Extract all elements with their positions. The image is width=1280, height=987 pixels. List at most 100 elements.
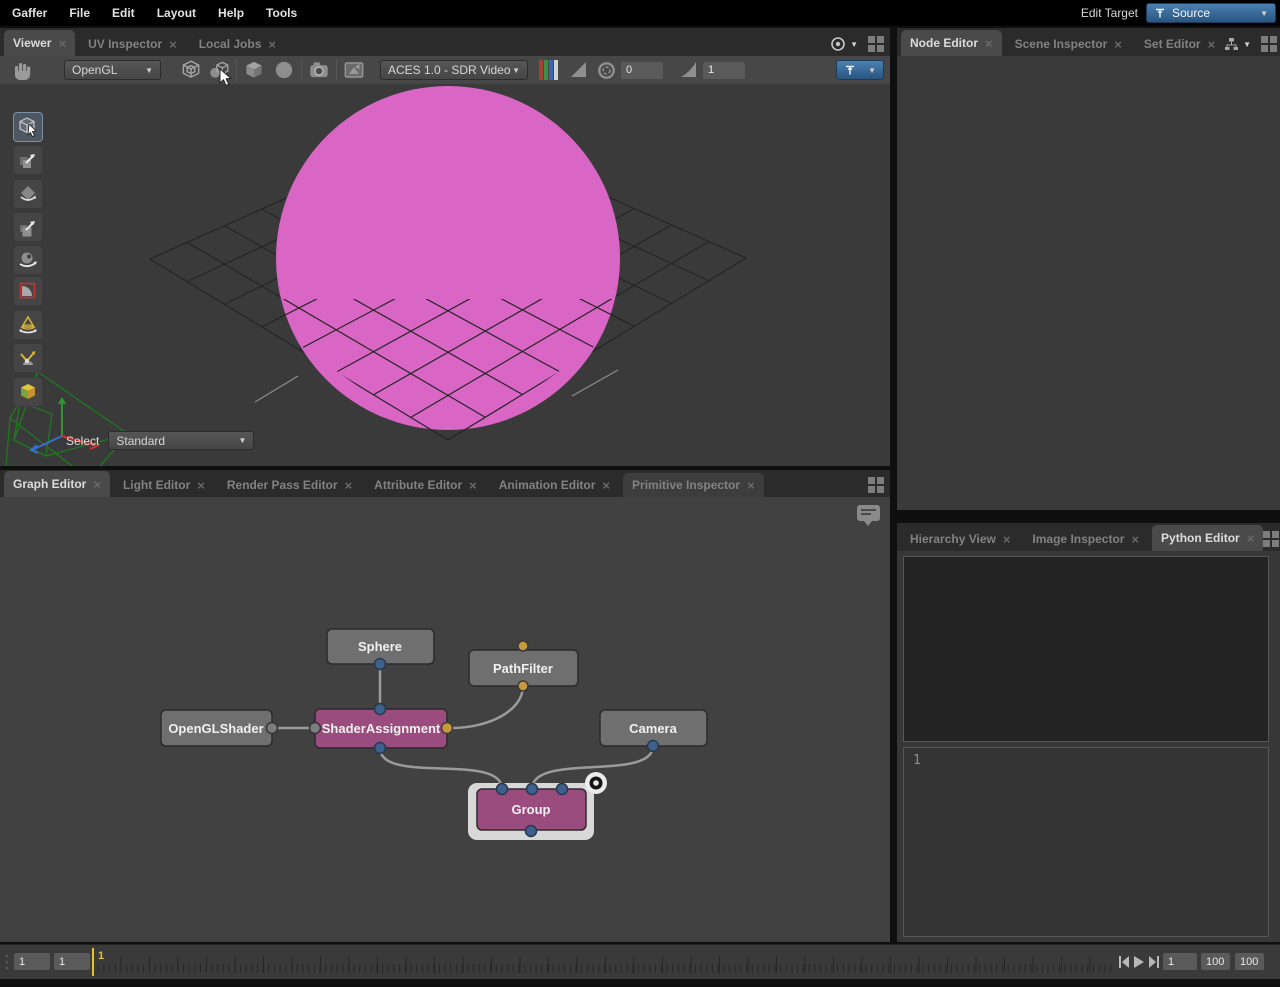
translate-tool-button[interactable] <box>13 145 43 175</box>
node-menu-button[interactable]: ▼ <box>1224 37 1251 51</box>
tab-python-editor[interactable]: Python Editor × <box>1152 525 1263 551</box>
plug-pathfilter-out[interactable] <box>518 681 528 691</box>
close-icon[interactable]: × <box>602 479 610 492</box>
menu-edit[interactable]: Edit <box>101 6 146 20</box>
wireframe-cube-icon[interactable] <box>179 58 203 82</box>
plug-group-in1[interactable] <box>527 784 538 795</box>
close-icon[interactable]: × <box>93 478 101 491</box>
timeline-ruler[interactable] <box>92 945 1114 979</box>
exposure-icon[interactable] <box>569 60 589 80</box>
skip-start-icon[interactable] <box>1122 956 1129 968</box>
menu-gaffer[interactable]: Gaffer <box>0 6 58 20</box>
playhead[interactable] <box>92 948 94 976</box>
tab-render-pass-editor[interactable]: Render Pass Editor × <box>218 473 361 497</box>
rotate-tool-button[interactable] <box>13 179 43 209</box>
transport-controls[interactable] <box>1118 954 1162 970</box>
viewer-viewport[interactable]: Select Standard ▼ <box>0 84 890 466</box>
menu-help[interactable]: Help <box>207 6 255 20</box>
tab-viewer[interactable]: Viewer × <box>4 30 75 56</box>
rgb-channels-icon[interactable] <box>537 58 561 82</box>
tab-light-editor[interactable]: Light Editor × <box>114 473 214 497</box>
layout-menu-icon[interactable] <box>868 36 884 52</box>
plug-group-out[interactable] <box>526 826 537 837</box>
frame-input[interactable]: 1 <box>1163 953 1197 970</box>
close-icon[interactable]: × <box>58 37 66 50</box>
gamma-input[interactable]: 1 <box>703 62 745 79</box>
plug-sphere-out[interactable] <box>375 659 386 670</box>
close-icon[interactable]: × <box>169 38 177 51</box>
menu-tools[interactable]: Tools <box>255 6 308 20</box>
current-frame-input[interactable]: 1 <box>54 953 90 970</box>
tab-graph-editor[interactable]: Graph Editor × <box>4 471 110 497</box>
snapshot-target-button[interactable]: ▼ <box>830 36 858 52</box>
scale-tool-button[interactable] <box>13 212 43 242</box>
sphere-object[interactable] <box>276 86 620 430</box>
node-graph-canvas[interactable]: Sphere PathFilter OpenGLShader ShaderAss… <box>0 497 890 942</box>
pan-hand-icon[interactable] <box>10 57 36 83</box>
tab-set-editor[interactable]: Set Editor × <box>1135 32 1224 56</box>
tab-attribute-editor[interactable]: Attribute Editor × <box>365 473 486 497</box>
camera-view-icon[interactable] <box>307 58 331 82</box>
plug-pathfilter-in[interactable] <box>518 641 528 651</box>
crop-window-tool-button[interactable] <box>13 276 43 306</box>
close-icon[interactable]: × <box>345 479 353 492</box>
tab-scene-inspector[interactable]: Scene Inspector × <box>1006 32 1131 56</box>
close-icon[interactable]: × <box>1247 532 1255 545</box>
plug-shaderassignment-in[interactable] <box>375 704 386 715</box>
close-icon[interactable]: × <box>985 37 993 50</box>
play-icon[interactable] <box>1134 956 1144 968</box>
edit-target-dropdown[interactable]: Source ▼ <box>1146 3 1276 23</box>
solid-cube-icon[interactable] <box>242 58 266 82</box>
close-icon[interactable]: × <box>469 479 477 492</box>
view-pin-dropdown[interactable]: ▼ <box>836 60 884 80</box>
menu-file[interactable]: File <box>58 6 101 20</box>
renderer-dropdown[interactable]: OpenGL ▼ <box>64 60 161 80</box>
edge-shaderassignment-group[interactable] <box>380 748 502 789</box>
plug-group-in2[interactable] <box>557 784 568 795</box>
layout-menu-icon[interactable] <box>1263 531 1279 547</box>
tab-hierarchy-view[interactable]: Hierarchy View × <box>901 527 1019 551</box>
aperture-icon[interactable] <box>596 60 617 81</box>
close-icon[interactable]: × <box>1131 533 1139 546</box>
skip-end-icon[interactable] <box>1149 956 1156 968</box>
python-input-pane[interactable]: 1 <box>903 747 1269 937</box>
skip-start-icon[interactable] <box>1119 956 1121 968</box>
render-preview-tool-button[interactable] <box>13 377 43 407</box>
light-tool-button[interactable] <box>13 310 43 340</box>
plug-shaderassignment-out[interactable] <box>375 743 386 754</box>
plug-shaderassignment-shader[interactable] <box>310 723 321 734</box>
range-end-input[interactable]: 100 <box>1235 953 1264 970</box>
solid-sphere-icon[interactable] <box>272 58 296 82</box>
annotation-icon[interactable] <box>857 505 880 526</box>
close-icon[interactable]: × <box>1208 38 1216 51</box>
grip-handle[interactable] <box>4 954 10 970</box>
camera-tool-button[interactable] <box>13 245 43 275</box>
light-through-tool-button[interactable] <box>13 343 43 373</box>
close-icon[interactable]: × <box>1003 533 1011 546</box>
menu-layout[interactable]: Layout <box>146 6 207 20</box>
plug-openglshader-out[interactable] <box>267 723 278 734</box>
close-icon[interactable]: × <box>747 479 755 492</box>
exposure-input[interactable]: 0 <box>621 62 663 79</box>
edge-pathfilter-shaderassignment[interactable] <box>452 686 523 728</box>
select-mode-dropdown[interactable]: Standard ▼ <box>108 431 254 450</box>
start-frame-input[interactable]: 1 <box>14 953 50 970</box>
scene-view-icon[interactable] <box>342 58 366 82</box>
plug-shaderassignment-filter[interactable] <box>442 723 453 734</box>
end-frame-input[interactable]: 100 <box>1201 953 1230 970</box>
colorspace-dropdown[interactable]: ACES 1.0 - SDR Video ▼ <box>380 60 528 80</box>
plug-group-in0[interactable] <box>497 784 508 795</box>
tab-node-editor[interactable]: Node Editor × <box>901 30 1002 56</box>
gamma-icon[interactable] <box>679 60 699 80</box>
tab-image-inspector[interactable]: Image Inspector × <box>1023 527 1148 551</box>
python-output-pane[interactable] <box>903 556 1269 742</box>
tab-local-jobs[interactable]: Local Jobs × <box>190 32 285 56</box>
close-icon[interactable]: × <box>1114 38 1122 51</box>
close-icon[interactable]: × <box>197 479 205 492</box>
tab-primitive-inspector[interactable]: Primitive Inspector × <box>623 473 764 497</box>
select-tool-button[interactable] <box>13 112 43 142</box>
tab-animation-editor[interactable]: Animation Editor × <box>490 473 619 497</box>
close-icon[interactable]: × <box>268 38 276 51</box>
layout-menu-icon[interactable] <box>1261 36 1277 52</box>
skip-end-icon[interactable] <box>1157 956 1159 968</box>
